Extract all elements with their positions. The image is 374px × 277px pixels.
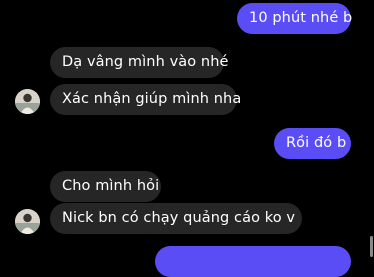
message-outgoing[interactable]: Rồi đó b <box>274 128 351 159</box>
scrollbar[interactable] <box>370 236 373 257</box>
message-incoming[interactable]: Nick bn có chạy quảng cáo ko v <box>50 203 302 234</box>
contact-avatar[interactable] <box>15 89 40 114</box>
avatar-icon <box>15 209 40 234</box>
message-outgoing[interactable]: 10 phút nhé b <box>237 3 352 34</box>
avatar-icon <box>15 89 40 114</box>
contact-avatar[interactable] <box>15 209 40 234</box>
message-incoming[interactable]: Cho mình hỏi <box>50 171 161 202</box>
message-outgoing-partial[interactable] <box>155 246 351 277</box>
message-incoming[interactable]: Dạ vâng mình vào nhé <box>50 47 228 78</box>
message-incoming[interactable]: Xác nhận giúp mình nha <box>50 84 241 115</box>
